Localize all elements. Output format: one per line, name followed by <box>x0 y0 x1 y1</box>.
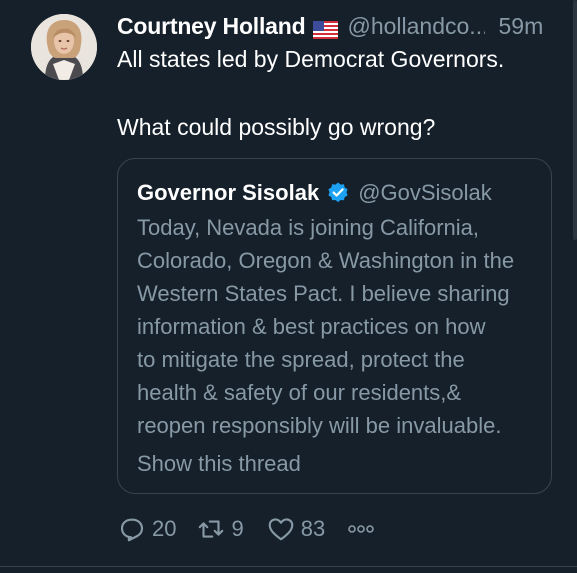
reply-count: 20 <box>152 516 177 541</box>
heart-icon <box>266 514 296 544</box>
retweet-count: 9 <box>231 516 244 541</box>
quoted-body-line: Today, Nevada is joining California, <box>137 215 479 240</box>
like-button[interactable]: 83 <box>266 514 325 544</box>
quoted-body-line: to mitigate the spread, protect the <box>137 347 465 372</box>
quoted-body-line: Colorado, Oregon & Washington in the <box>137 248 515 273</box>
tweet-text-line-2: What could possibly go wrong? <box>117 114 436 140</box>
more-icon <box>347 522 375 536</box>
tweet-divider <box>0 566 577 567</box>
show-this-thread-link[interactable]: Show this thread <box>137 451 301 477</box>
avatar[interactable] <box>31 14 97 80</box>
tweet[interactable]: Courtney Holland @hollandco... 59m All s… <box>0 0 577 573</box>
quoted-body-line: reopen responsibly will be invaluable. <box>137 413 502 438</box>
retweet-icon <box>196 514 226 544</box>
quoted-author-name: Governor Sisolak <box>137 180 320 205</box>
retweet-button[interactable]: 9 <box>196 514 244 544</box>
avatar-image <box>31 14 97 80</box>
tweet-header: Courtney Holland @hollandco... 59m <box>117 11 543 41</box>
us-flag-icon <box>313 18 339 39</box>
like-count: 83 <box>300 516 326 541</box>
quoted-tweet-card[interactable]: Governor Sisolak @GovSisolak Today, Neva… <box>117 158 552 494</box>
quoted-body-line: information & best practices on how <box>137 314 486 339</box>
tweet-text-line-1: All states led by Democrat Governors. <box>117 46 505 72</box>
quoted-body-line: health & safety of our residents,& <box>137 380 462 405</box>
author-name[interactable]: Courtney Holland <box>117 13 306 40</box>
quoted-tweet-header: Governor Sisolak @GovSisolak <box>137 180 492 206</box>
reply-button[interactable]: 20 <box>117 514 176 544</box>
tweet-timestamp[interactable]: 59m <box>498 13 543 40</box>
tweet-actions: 20 9 83 <box>117 512 375 546</box>
author-handle[interactable]: @hollandco... <box>347 13 485 40</box>
scrollbar[interactable] <box>573 0 577 240</box>
quoted-body-line: Western States Pact. I believe sharing <box>137 281 510 306</box>
reply-icon <box>117 514 147 544</box>
quoted-author-handle: @GovSisolak <box>358 180 492 205</box>
quoted-tweet-body: Today, Nevada is joining California, Col… <box>137 211 547 442</box>
verified-badge-icon <box>326 181 350 205</box>
more-options-button[interactable] <box>347 522 375 536</box>
